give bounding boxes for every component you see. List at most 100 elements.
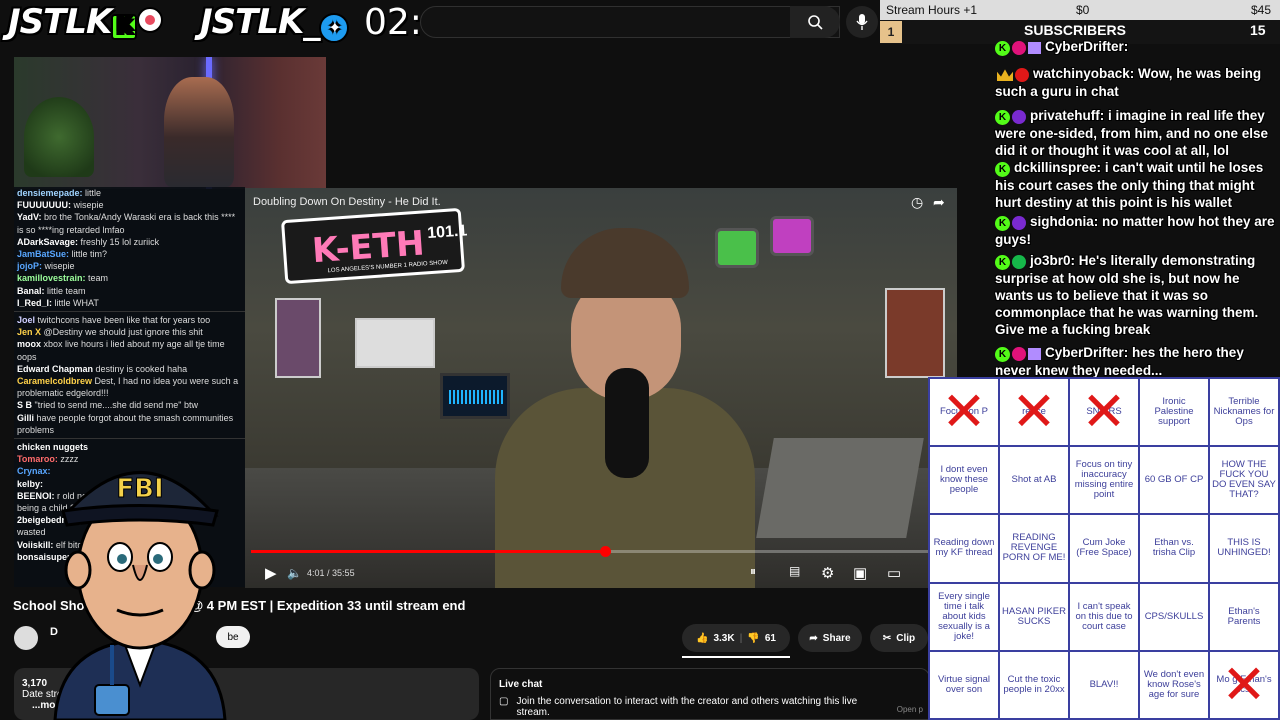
bingo-cell: Ethan vs. trisha Clip	[1140, 515, 1208, 582]
sub-badge-icon	[1012, 216, 1026, 231]
gift-badge-icon	[1028, 348, 1041, 361]
chat-message: watchinyoback: Wow, he was being such a …	[995, 65, 1279, 100]
chat-username: Banal:	[17, 285, 45, 296]
bingo-cell: Mo g Ethan's ics ✕	[1210, 651, 1278, 718]
play-icon[interactable]: ▶	[265, 564, 277, 582]
chat-username: CyberDrifter:	[1045, 345, 1129, 360]
chat-message: Ksighdonia: no matter how hot they are g…	[995, 213, 1279, 248]
bingo-cell-text: Ethan's Parents	[1227, 605, 1261, 627]
video-player[interactable]: K-ETH 101.1 LOS ANGELES'S NUMBER 1 RADIO…	[245, 188, 957, 588]
progress-played	[251, 550, 606, 553]
chat-username: kelby:	[17, 478, 44, 489]
chat-username: S B	[17, 400, 33, 411]
bingo-cell: Ironic Palestine support	[1140, 379, 1208, 446]
chat-username: JamBatSue:	[17, 249, 70, 260]
jstlk-kick-brand: JSTLK K	[8, 2, 164, 42]
live-chat-title: Live chat	[499, 679, 543, 690]
miniplayer-icon[interactable]: ▣	[853, 564, 867, 582]
kick-icon: K	[111, 14, 138, 40]
kick-badge-icon: K	[995, 215, 1010, 231]
bingo-cell-text: Ethan vs. trisha Clip	[1152, 537, 1196, 559]
chat-username: Joel	[17, 315, 36, 326]
chat-text: freshly 15 lol zuriick	[80, 236, 160, 247]
bingo-cell-text: Shot at AB	[1011, 474, 1057, 486]
chat-badges: K	[995, 160, 1010, 177]
chat-text: team	[88, 273, 109, 284]
thumbs-down-icon[interactable]: 👎	[747, 633, 759, 644]
clip-button[interactable]: ✂ Clip	[870, 624, 928, 652]
bingo-cell: We don't even know Rose's age for sure	[1140, 651, 1208, 718]
chat-text: "tried to send me....she did send me" bt…	[34, 400, 199, 411]
dislike-count[interactable]: 61	[765, 633, 776, 644]
chat-message: moox xbox live hours i lied about my age…	[14, 338, 245, 362]
chat-message: YadV: bro the Tonka/Andy Waraski era is …	[14, 211, 245, 235]
bingo-cell: Virtue signal over son	[930, 651, 998, 718]
wall-poster	[275, 298, 321, 378]
chat-username: Jen X	[17, 327, 42, 338]
volume-icon[interactable]: 🔈	[287, 566, 302, 580]
voice-search-button[interactable]	[846, 6, 878, 38]
subtitles-icon[interactable]: ▤	[789, 564, 800, 578]
microphone-icon	[856, 14, 868, 30]
chat-username: jo3br0:	[1030, 253, 1076, 268]
bingo-cell: SN ERS ✕	[1070, 379, 1138, 446]
chat-text: wisepie	[73, 200, 104, 211]
bingo-cell: Cum Joke (Free Space)	[1070, 515, 1138, 582]
chat-username: CyberDrifter:	[1045, 39, 1129, 54]
bingo-cell: Shot at AB	[1000, 447, 1068, 514]
bingo-cell: CPS/SKULLS	[1140, 583, 1208, 650]
sub-badge-icon	[1012, 41, 1026, 56]
chat-badges: K	[995, 39, 1041, 56]
bingo-cell: Cut the toxic people in 20xx	[1000, 651, 1068, 718]
autoplay-toggle[interactable]: ⏸	[750, 564, 756, 579]
crt-tv	[770, 216, 814, 256]
record-icon	[137, 7, 164, 33]
gift-badge-icon	[1028, 42, 1041, 55]
search-button[interactable]	[790, 6, 840, 38]
like-count[interactable]: 3.3K	[713, 633, 734, 644]
fbi-agent-mascot: FBI	[53, 471, 227, 720]
chat-separator	[14, 311, 245, 313]
chat-text: little WHAT	[54, 297, 99, 308]
host-figure	[495, 228, 755, 588]
fbi-cap-text: FBI	[116, 474, 163, 504]
chat-username: moox	[17, 339, 42, 350]
bingo-cell: HASAN PIKER SUCKS	[1000, 583, 1068, 650]
kick-badge-icon: K	[995, 161, 1010, 177]
live-chat-prompt: Join the conversation to interact with t…	[516, 696, 858, 718]
bingo-cell: Every single time i talk about kids sexu…	[930, 583, 998, 650]
theater-mode-icon[interactable]: ▭	[887, 564, 901, 582]
chat-badges: K	[995, 214, 1026, 231]
share-button[interactable]: ➦ Share	[798, 624, 862, 652]
chat-username: Caramelcoldbrew	[17, 376, 93, 387]
bingo-cell: Ethan's Parents	[1210, 583, 1278, 650]
webcam-feed	[14, 57, 326, 189]
bingo-cell-text: Virtue signal over son	[937, 673, 991, 695]
sub-badge-icon	[1012, 110, 1026, 125]
settings-gear-icon[interactable]: ⚙	[821, 564, 834, 582]
search-input[interactable]	[420, 6, 840, 38]
bingo-cell: 60 GB OF CP	[1140, 447, 1208, 514]
share-arrow-icon[interactable]: ➦	[933, 194, 945, 211]
channel-avatar[interactable]	[14, 626, 38, 650]
share-icon: ➦	[809, 632, 818, 644]
chat-username: kamillovestrain:	[17, 273, 86, 284]
kick-badge-icon: K	[995, 40, 1010, 56]
thumbs-up-icon[interactable]: 👍	[696, 633, 708, 644]
chat-username: Edward Chapman	[17, 363, 94, 374]
chat-username: sighdonia:	[1030, 214, 1099, 229]
bingo-cell-text: We don't even know Rose's age for sure	[1143, 668, 1205, 700]
progress-bar[interactable]	[251, 546, 951, 557]
bingo-cell-text: HASAN PIKER SUCKS	[1002, 605, 1066, 627]
kick-badge-icon: K	[995, 109, 1010, 125]
crown-badge-icon	[997, 69, 1013, 82]
chat-text: have people forgot about the smash commu…	[17, 412, 234, 435]
open-panel-link[interactable]: Open p	[897, 705, 923, 714]
stream-hours-goal: Stream Hours +1 $0 $45	[880, 0, 1280, 20]
sub-badge-icon	[1012, 347, 1026, 362]
chat-text: twitchcons have been like that for years…	[37, 315, 211, 326]
chat-badges: K	[995, 345, 1041, 362]
plant-decor	[24, 97, 94, 177]
bingo-card: Focus on P ✕ ref ce ✕ SN ERS ✕ Ironic Palestin…	[928, 377, 1280, 720]
watch-later-icon[interactable]: ◷	[911, 194, 923, 211]
